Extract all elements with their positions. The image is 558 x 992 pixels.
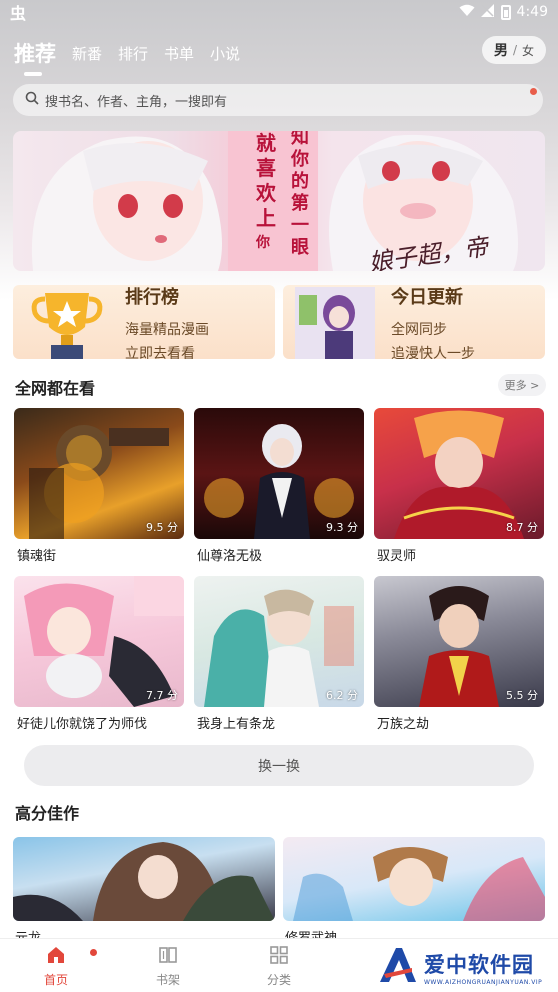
wifi-icon — [459, 4, 475, 21]
comic-score: 9.3 分 — [326, 521, 358, 534]
comic-title[interactable]: 镇魂街 — [17, 545, 56, 564]
comic-title[interactable]: 万族之劫 — [377, 713, 429, 732]
notification-dot — [530, 88, 537, 95]
status-bar: 虫 4:49 — [0, 0, 558, 24]
clock: 4:49 — [516, 4, 548, 20]
banner-char: 知 — [291, 131, 309, 148]
promo-update-line-1: 全网同步 — [391, 322, 447, 338]
promo-ranking-line-2: 立即去看看 — [125, 346, 195, 359]
tab-recommend[interactable]: 推荐 — [14, 38, 56, 76]
battery-icon — [500, 4, 511, 20]
tab-home-label: 首页 — [43, 973, 68, 987]
tab-new[interactable]: 新番 — [72, 43, 102, 68]
cover-art — [13, 842, 275, 921]
comic-score: 9.5 分 — [146, 521, 178, 534]
gender-male[interactable]: 男 — [494, 40, 508, 60]
tab-home-badge — [90, 949, 97, 956]
gender-switch[interactable]: 男 / 女 — [482, 36, 546, 64]
banner-carousel[interactable]: 就 喜 欢 上 你 知 你 的 第 一 眼 娘子超，帝 — [13, 131, 545, 271]
comic-cover-wide[interactable] — [283, 837, 545, 921]
banner-char: 就 — [256, 131, 276, 155]
signal-icon — [480, 3, 495, 21]
banner-char: 的 — [291, 171, 309, 192]
gender-female[interactable]: 女 — [522, 42, 534, 59]
comic-cover[interactable]: 9.3 分 — [194, 408, 364, 539]
comic-title[interactable]: 我身上有条龙 — [197, 713, 275, 732]
tab-bookshelf-label: 书架 — [155, 973, 180, 987]
search-placeholder: 搜书名、作者、主角，一搜即有 — [45, 94, 228, 110]
promo-update-line-2: 追漫快人一步 — [391, 346, 475, 359]
comic-score: 7.7 分 — [146, 689, 178, 702]
banner-char: 一 — [291, 215, 309, 236]
comic-cover[interactable]: 9.5 分 — [14, 408, 184, 539]
promo-update-title: 今日更新 — [391, 287, 463, 308]
gender-separator: / — [512, 43, 518, 57]
banner-char: 欢 — [256, 181, 276, 205]
more-button[interactable]: 更多 > — [498, 374, 546, 396]
watermark-text: 爱中软件园 WWW.AIZHONGRUANJIANYUAN.VIP — [424, 949, 542, 986]
comic-thumbnail — [295, 287, 375, 359]
trophy-icon — [31, 293, 103, 359]
watermark-logo — [378, 946, 418, 988]
banner-text-col-1: 就 喜 欢 上 你 — [256, 131, 280, 256]
search-icon — [25, 91, 39, 109]
refresh-button[interactable]: 换一换 — [24, 745, 534, 786]
section-title-trending: 全网都在看 — [15, 379, 96, 398]
banner-char: 第 — [291, 193, 309, 214]
search-input[interactable]: 搜书名、作者、主角，一搜即有 — [13, 84, 543, 116]
promo-ranking[interactable]: 排行榜 海量精品漫画 立即去看看 — [13, 285, 275, 359]
app-notification-icon: 虫 — [10, 4, 27, 23]
section-title-top-rated: 高分佳作 — [15, 804, 80, 823]
home-icon — [46, 945, 66, 968]
tab-category[interactable]: 分类 — [249, 945, 309, 989]
comic-title[interactable]: 好徒儿你就饶了为师伐 — [17, 713, 147, 732]
comic-score: 5.5 分 — [506, 689, 538, 702]
comic-cover[interactable]: 5.5 分 — [374, 576, 544, 707]
banner-char: 你 — [256, 235, 270, 251]
comic-title[interactable]: 驭灵师 — [377, 545, 416, 564]
watermark-main: 爱中软件园 — [424, 952, 534, 977]
site-watermark: 爱中软件园 WWW.AIZHONGRUANJIANYUAN.VIP — [360, 942, 558, 992]
promo-daily-update[interactable]: 今日更新 全网同步 追漫快人一步 — [283, 285, 545, 359]
banner-text-col-2: 知 你 的 第 一 眼 — [291, 131, 315, 259]
tab-novel[interactable]: 小说 — [210, 43, 240, 68]
watermark-sub: WWW.AIZHONGRUANJIANYUAN.VIP — [424, 978, 543, 986]
bookshelf-icon — [158, 945, 178, 968]
tab-bookshelf[interactable]: 书架 — [138, 945, 198, 989]
comic-title[interactable]: 仙尊洛无极 — [197, 545, 262, 564]
comic-score: 8.7 分 — [506, 521, 538, 534]
tab-category-label: 分类 — [266, 973, 291, 987]
comic-cover-wide[interactable] — [13, 837, 275, 921]
status-icons: 4:49 — [459, 3, 548, 21]
promo-ranking-title: 排行榜 — [125, 287, 179, 308]
tab-booklist[interactable]: 书单 — [164, 43, 194, 68]
category-icon — [269, 945, 289, 968]
comic-score: 6.2 分 — [326, 689, 358, 702]
banner-char: 你 — [291, 149, 309, 170]
tab-home[interactable]: 首页 — [26, 945, 86, 989]
top-nav-tabs: 推荐 新番 排行 书单 小说 — [14, 34, 240, 76]
comic-cover[interactable]: 6.2 分 — [194, 576, 364, 707]
comic-cover[interactable]: 8.7 分 — [374, 408, 544, 539]
comic-cover[interactable]: 7.7 分 — [14, 576, 184, 707]
promo-ranking-line-1: 海量精品漫画 — [125, 322, 209, 338]
banner-char: 上 — [256, 206, 276, 230]
tab-ranking[interactable]: 排行 — [118, 43, 148, 68]
banner-char: 眼 — [291, 237, 309, 258]
banner-char: 喜 — [256, 156, 276, 180]
cover-art — [293, 847, 545, 921]
